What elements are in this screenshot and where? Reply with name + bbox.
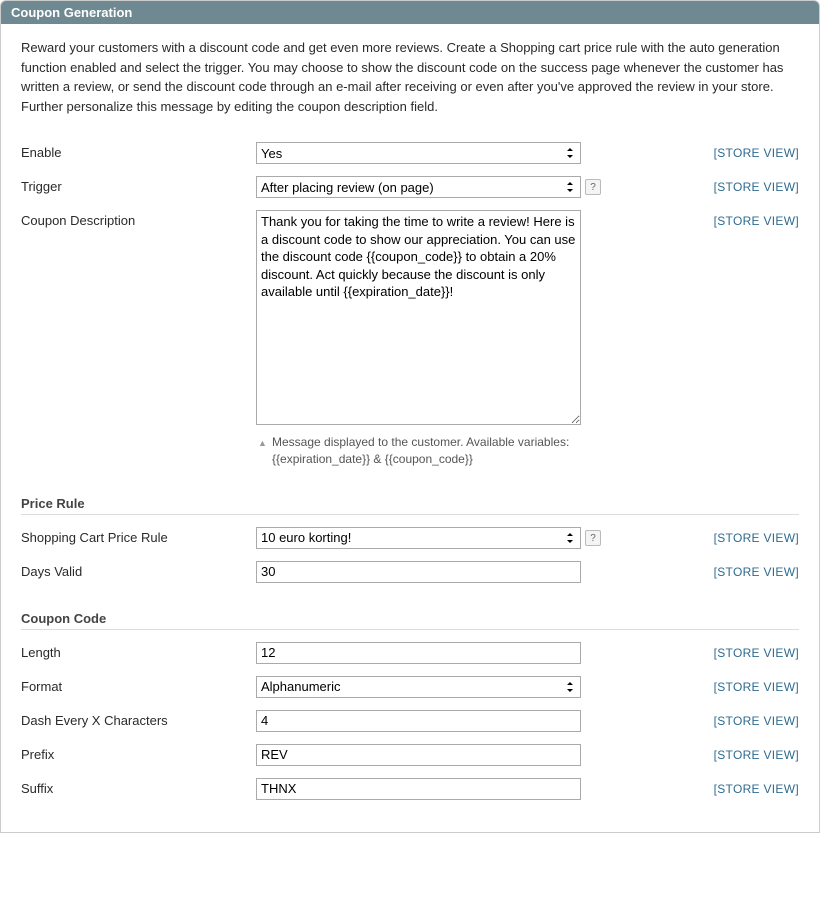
row-enable: Enable Yes [STORE VIEW] bbox=[21, 142, 799, 164]
scope-dash[interactable]: [STORE VIEW] bbox=[714, 714, 799, 728]
select-trigger[interactable]: After placing review (on page) bbox=[256, 176, 581, 198]
row-dash: Dash Every X Characters [STORE VIEW] bbox=[21, 710, 799, 732]
row-length: Length [STORE VIEW] bbox=[21, 642, 799, 664]
row-trigger: Trigger After placing review (on page) ?… bbox=[21, 176, 799, 198]
panel-title: Coupon Generation bbox=[11, 5, 132, 20]
help-icon[interactable]: ? bbox=[585, 530, 601, 546]
select-format[interactable]: Alphanumeric bbox=[256, 676, 581, 698]
row-format: Format Alphanumeric [STORE VIEW] bbox=[21, 676, 799, 698]
input-length[interactable] bbox=[256, 642, 581, 664]
row-shopping-cart-price-rule: Shopping Cart Price Rule 10 euro korting… bbox=[21, 527, 799, 549]
hint-coupon-description: ▲ Message displayed to the customer. Ava… bbox=[256, 434, 581, 468]
label-length: Length bbox=[21, 642, 256, 660]
scope-trigger[interactable]: [STORE VIEW] bbox=[714, 180, 799, 194]
scope-shopping-cart-price-rule[interactable]: [STORE VIEW] bbox=[714, 531, 799, 545]
label-prefix: Prefix bbox=[21, 744, 256, 762]
scope-length[interactable]: [STORE VIEW] bbox=[714, 646, 799, 660]
textarea-coupon-description[interactable] bbox=[256, 210, 581, 425]
hint-arrow-icon: ▲ bbox=[258, 437, 267, 450]
input-suffix[interactable] bbox=[256, 778, 581, 800]
help-icon[interactable]: ? bbox=[585, 179, 601, 195]
row-prefix: Prefix [STORE VIEW] bbox=[21, 744, 799, 766]
row-suffix: Suffix [STORE VIEW] bbox=[21, 778, 799, 800]
label-days-valid: Days Valid bbox=[21, 561, 256, 579]
label-suffix: Suffix bbox=[21, 778, 256, 796]
label-coupon-description: Coupon Description bbox=[21, 210, 256, 228]
panel-header: Coupon Generation bbox=[1, 1, 819, 24]
intro-text: Reward your customers with a discount co… bbox=[21, 38, 799, 116]
heading-price-rule: Price Rule bbox=[21, 496, 799, 515]
label-trigger: Trigger bbox=[21, 176, 256, 194]
label-dash: Dash Every X Characters bbox=[21, 710, 256, 728]
panel-body: Reward your customers with a discount co… bbox=[1, 24, 819, 832]
scope-prefix[interactable]: [STORE VIEW] bbox=[714, 748, 799, 762]
input-days-valid[interactable] bbox=[256, 561, 581, 583]
coupon-generation-panel: Coupon Generation Reward your customers … bbox=[0, 0, 820, 833]
select-shopping-cart-price-rule[interactable]: 10 euro korting! bbox=[256, 527, 581, 549]
label-shopping-cart-price-rule: Shopping Cart Price Rule bbox=[21, 527, 256, 545]
row-coupon-description: Coupon Description ▲ Message displayed t… bbox=[21, 210, 799, 468]
scope-days-valid[interactable]: [STORE VIEW] bbox=[714, 565, 799, 579]
label-enable: Enable bbox=[21, 142, 256, 160]
heading-coupon-code: Coupon Code bbox=[21, 611, 799, 630]
select-enable[interactable]: Yes bbox=[256, 142, 581, 164]
row-days-valid: Days Valid [STORE VIEW] bbox=[21, 561, 799, 583]
input-dash[interactable] bbox=[256, 710, 581, 732]
scope-enable[interactable]: [STORE VIEW] bbox=[714, 146, 799, 160]
scope-coupon-description[interactable]: [STORE VIEW] bbox=[714, 214, 799, 228]
scope-suffix[interactable]: [STORE VIEW] bbox=[714, 782, 799, 796]
input-prefix[interactable] bbox=[256, 744, 581, 766]
label-format: Format bbox=[21, 676, 256, 694]
scope-format[interactable]: [STORE VIEW] bbox=[714, 680, 799, 694]
